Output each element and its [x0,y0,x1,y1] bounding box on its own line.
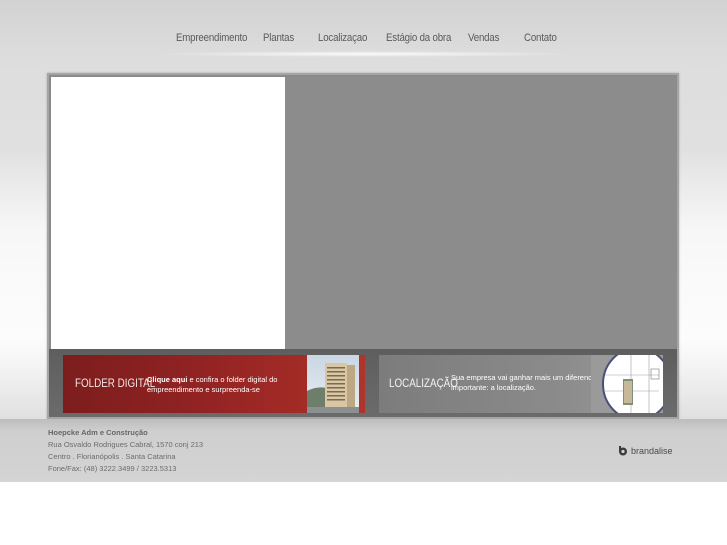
folder-digital-link[interactable]: Clique aqui [147,375,187,384]
nav-highlight [150,51,578,57]
footer-city: Centro . Florianópolis . Santa Catarina [48,452,176,461]
nav-item-plantas[interactable]: Plantas [263,32,294,44]
footer-contact: Hoepcke Adm e Construção Rua Osvaldo Rod… [48,427,203,475]
footer-address: Rua Osvaldo Rodrigues Cabral, 1570 conj … [48,440,204,449]
folder-digital-banner[interactable]: FOLDER DIGITAL Clique aqui e confira o f… [63,355,365,413]
nav-item-vendas[interactable]: Vendas [468,32,499,44]
footer-company: Hoepcke Adm e Construção [48,428,148,437]
brandalise-link[interactable]: brandalise [618,446,673,456]
nav-item-estagio-da-obra[interactable]: Estágio da obra [386,32,451,44]
localizacao-title: LOCALIZAÇÃO [389,376,458,390]
content-panel-grey [285,77,677,349]
map-icon [591,355,663,413]
localizacao-banner[interactable]: LOCALIZAÇÃO Sua empresa vai ganhar mais … [379,355,663,413]
folder-digital-title: FOLDER DIGITAL [75,376,156,390]
brandalise-logo-icon [619,446,627,456]
nav-item-empreendimento[interactable]: Empreendimento [176,32,247,44]
building-image-icon [307,355,359,413]
folder-digital-text: Clique aqui e confira o folder digital d… [147,375,317,395]
nav-item-localizacao[interactable]: Localizaçao [318,32,367,44]
brandalise-name: brandalise [631,446,673,456]
main-navigation: Empreendimento Plantas Localizaçao Estág… [150,28,578,57]
localizacao-text: Sua empresa vai ganhar mais um diferenci… [451,373,600,392]
footer-phone: Fone/Fax: (48) 3222.3499 / 3223.5313 [48,464,177,473]
content-panel-white [51,77,285,349]
nav-item-contato[interactable]: Contato [524,32,557,44]
main-frame: FOLDER DIGITAL Clique aqui e confira o f… [47,73,679,419]
